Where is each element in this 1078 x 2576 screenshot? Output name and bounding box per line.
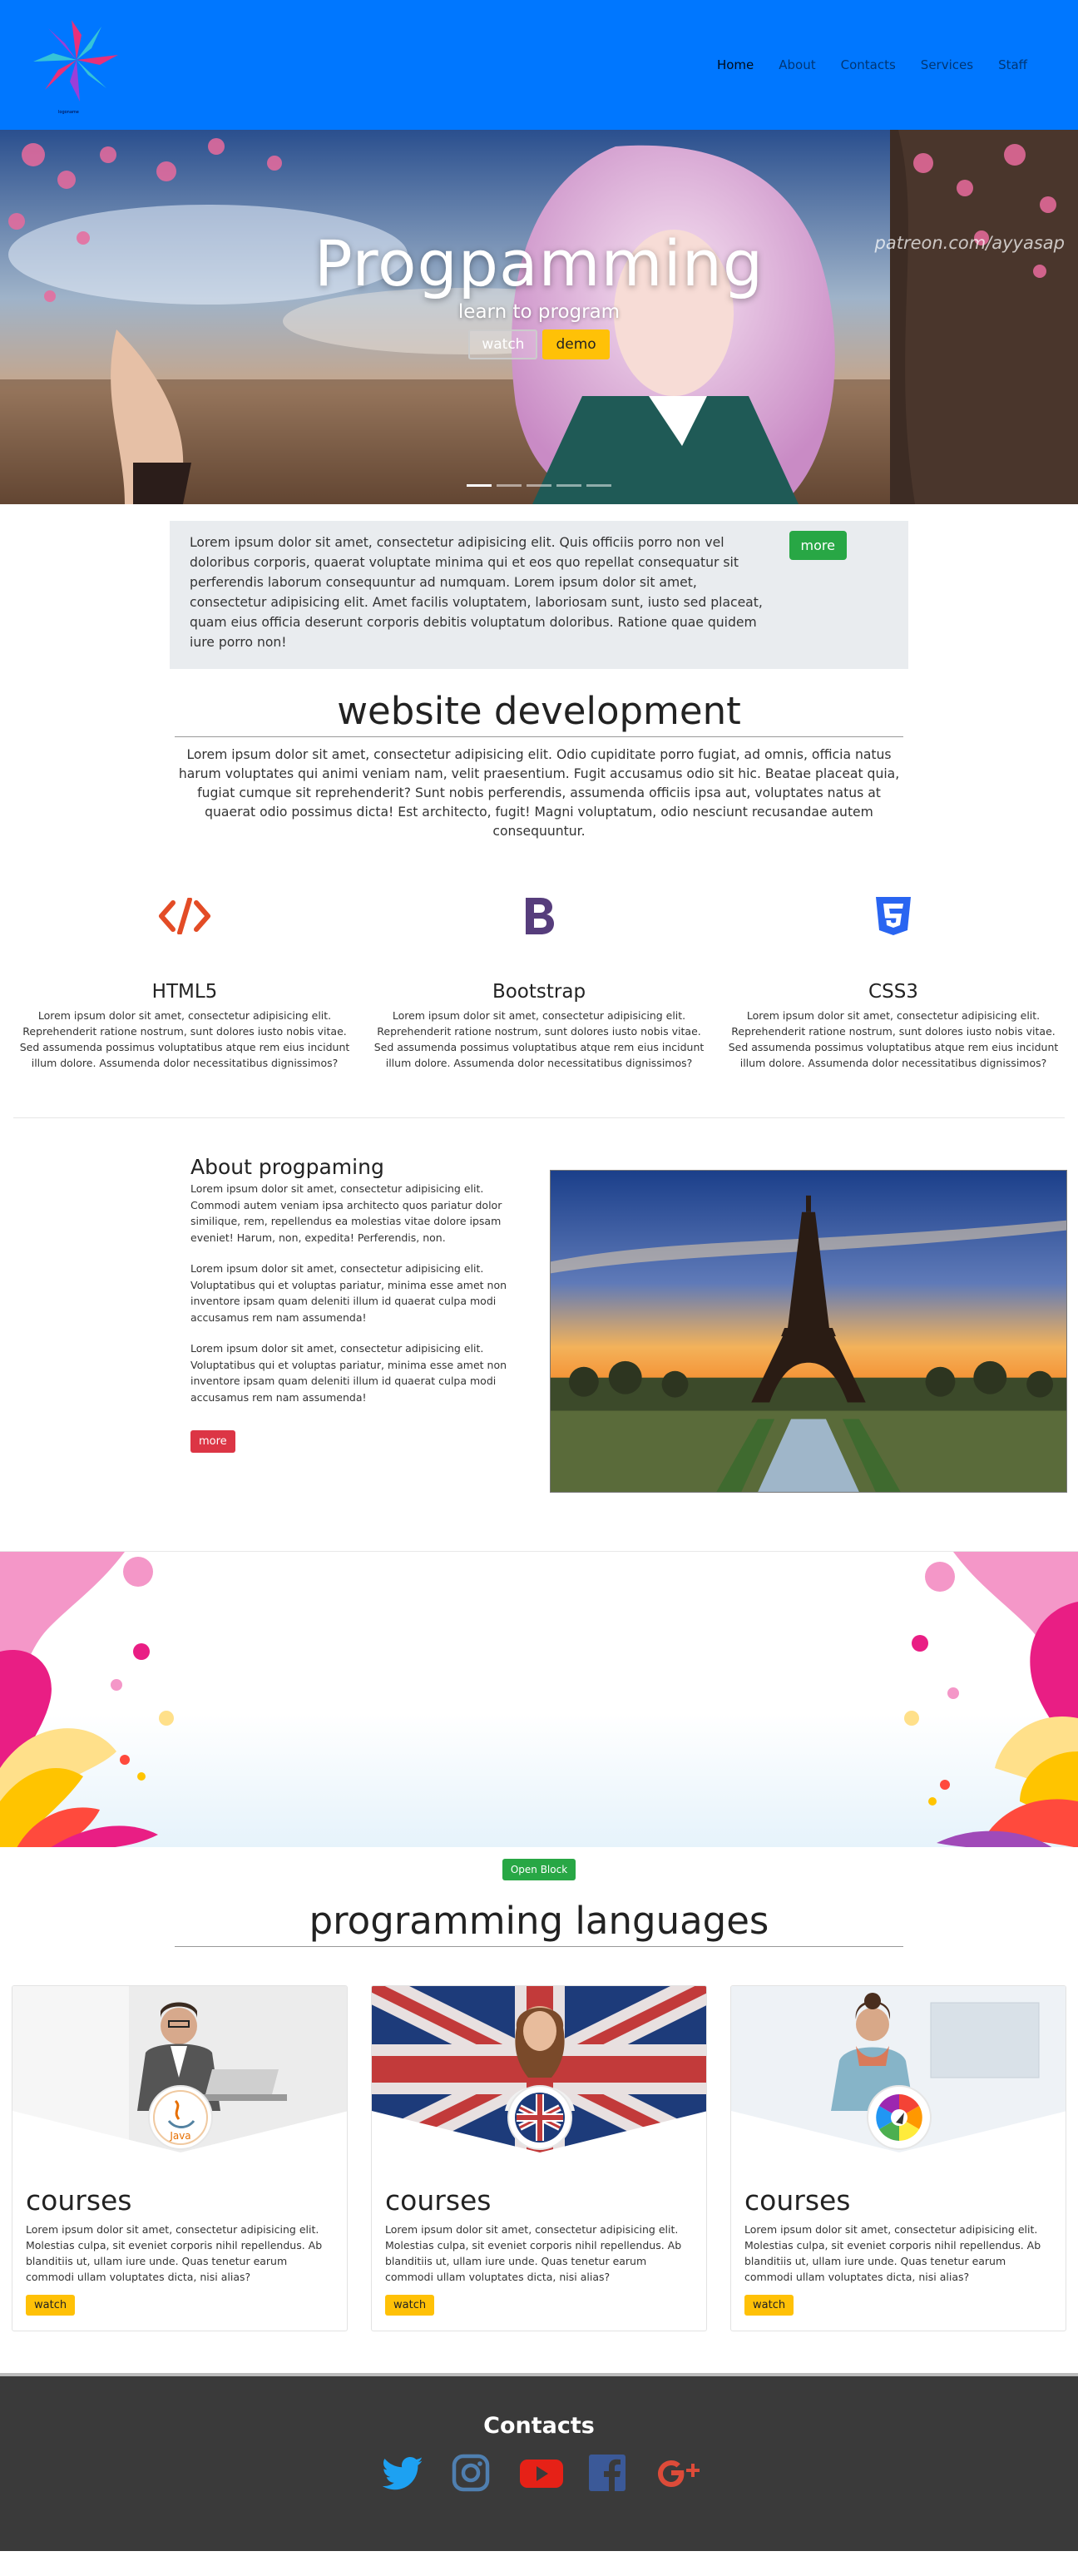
card-body: courses Lorem ipsum dolor sit amet, cons… [12, 2156, 347, 2316]
course-cards: Java courses Lorem ipsum dolor sit amet,… [0, 1947, 1078, 2331]
about-section: About progpaming Lorem ipsum dolor sit a… [0, 1118, 1078, 1551]
feature-title: CSS3 [868, 981, 918, 1003]
main-nav: Home About Contacts Services Staff [705, 57, 1040, 73]
code-icon [15, 891, 354, 941]
intro-text: Lorem ipsum dolor sit amet, consectetur … [190, 535, 763, 650]
card-image [372, 1986, 706, 2167]
feature-text: Lorem ipsum dolor sit amet, consectetur … [373, 1009, 705, 1069]
social-links [0, 2452, 1078, 2494]
footer-title: Contacts [483, 2413, 595, 2439]
nav-link-services[interactable]: Services [908, 57, 986, 73]
card-body: courses Lorem ipsum dolor sit amet, cons… [372, 2156, 706, 2316]
nav-link-contacts[interactable]: Contacts [828, 57, 908, 73]
logo-icon[interactable] [27, 10, 126, 116]
nav-link-staff[interactable]: Staff [986, 57, 1040, 73]
decorative-banner [0, 1551, 1078, 1847]
instagram-icon[interactable] [450, 2452, 492, 2494]
card-text: Lorem ipsum dolor sit amet, consectetur … [744, 2223, 1041, 2283]
carousel-indicator[interactable] [556, 484, 581, 487]
splash-art-right [904, 1552, 1078, 1847]
card-body: courses Lorem ipsum dolor sit amet, cons… [731, 2156, 1066, 2316]
card-image: Java [12, 1986, 347, 2152]
carousel-indicator[interactable] [586, 484, 611, 487]
feature-title: HTML5 [151, 981, 218, 1003]
carousel-indicator[interactable] [497, 484, 522, 487]
card-watch-button[interactable]: watch [744, 2295, 794, 2316]
svg-text:Java: Java [169, 2130, 190, 2142]
feature-text: Lorem ipsum dolor sit amet, consectetur … [728, 1009, 1059, 1069]
feature-css3: CSS3 Lorem ipsum dolor sit amet, consect… [724, 891, 1063, 1071]
intro-more-button[interactable]: more [789, 531, 847, 560]
css3-icon [724, 891, 1063, 941]
about-text-block: About progpaming Lorem ipsum dolor sit a… [190, 1155, 517, 1420]
course-card: Java courses Lorem ipsum dolor sit amet,… [12, 1985, 348, 2331]
card-text: Lorem ipsum dolor sit amet, consectetur … [385, 2223, 682, 2283]
about-more-button[interactable]: more [190, 1430, 235, 1453]
card-image [731, 1986, 1066, 2152]
carousel-indicator[interactable] [467, 484, 492, 487]
google-plus-icon[interactable] [655, 2452, 700, 2494]
hero-subtitle: learn to program [457, 301, 621, 323]
nav-link-home[interactable]: Home [705, 57, 766, 73]
nav-link-about[interactable]: About [766, 57, 828, 73]
hero-demo-button[interactable]: demo [542, 329, 610, 359]
facebook-icon[interactable] [586, 2452, 628, 2494]
card-title: courses [385, 2184, 492, 2217]
feature-html5: HTML5 Lorem ipsum dolor sit amet, consec… [15, 891, 354, 1071]
webdev-divider [175, 736, 903, 737]
about-title: About progpaming [190, 1155, 384, 1179]
carousel-indicators [0, 484, 1078, 487]
card-title: courses [744, 2184, 851, 2217]
splash-art-left [0, 1552, 174, 1847]
webdev-text: Lorem ipsum dolor sit amet, consectetur … [178, 747, 900, 839]
languages-title: programming languages [309, 1899, 769, 1943]
feature-bootstrap: Bootstrap Lorem ipsum dolor sit amet, co… [369, 891, 709, 1071]
intro-jumbotron: Lorem ipsum dolor sit amet, consectetur … [170, 521, 908, 669]
feature-text: Lorem ipsum dolor sit amet, consectetur … [19, 1009, 350, 1069]
course-card: courses Lorem ipsum dolor sit amet, cons… [371, 1985, 707, 2331]
footer: Contacts [0, 2373, 1078, 2551]
card-watch-button[interactable]: watch [385, 2295, 435, 2316]
webdev-title: website development [337, 689, 741, 733]
about-paragraph: Lorem ipsum dolor sit amet, consectetur … [190, 1182, 502, 1244]
logo-caption: logoname [58, 110, 79, 115]
card-watch-button[interactable]: watch [26, 2295, 76, 2316]
hero-watch-button[interactable]: watch [468, 329, 538, 359]
feature-title: Bootstrap [492, 981, 586, 1003]
course-card: courses Lorem ipsum dolor sit amet, cons… [730, 1985, 1066, 2331]
hero-carousel[interactable]: Progpamming learn to program watch demo … [0, 130, 1078, 504]
twitter-icon[interactable] [382, 2452, 423, 2494]
hero-watermark: patreon.com/ayyasap [874, 233, 1065, 253]
features-row: HTML5 Lorem ipsum dolor sit amet, consec… [0, 841, 1078, 1071]
bootstrap-icon [369, 891, 709, 941]
carousel-indicator[interactable] [527, 484, 551, 487]
navbar: logoname Home About Contacts Services St… [0, 0, 1078, 130]
about-paragraph: Lorem ipsum dolor sit amet, consectetur … [190, 1262, 507, 1324]
card-title: courses [26, 2184, 132, 2217]
eiffel-tower-image [550, 1170, 1067, 1493]
about-paragraph: Lorem ipsum dolor sit amet, consectetur … [190, 1342, 507, 1404]
youtube-icon[interactable] [518, 2452, 563, 2494]
open-block-button[interactable]: Open Block [502, 1859, 576, 1880]
hero-buttons: watch demo [0, 329, 1078, 359]
card-text: Lorem ipsum dolor sit amet, consectetur … [26, 2223, 323, 2283]
